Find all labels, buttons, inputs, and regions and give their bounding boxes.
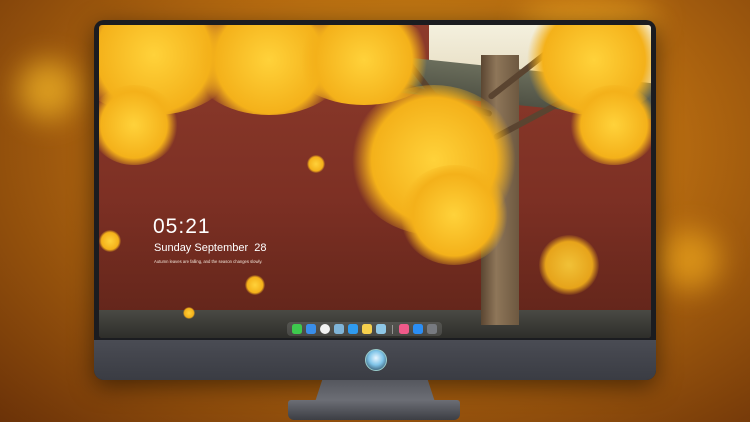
dock <box>287 322 442 336</box>
lockscreen-date: Sunday September 28 <box>154 242 267 254</box>
messages-icon[interactable] <box>292 324 302 334</box>
finder-icon[interactable] <box>306 324 316 334</box>
background-blur-leaf <box>660 230 720 290</box>
falling-leaf <box>307 155 325 173</box>
falling-leaf <box>539 235 599 295</box>
background-blur-leaf <box>18 60 78 120</box>
dock-separator <box>392 324 393 334</box>
video-icon[interactable] <box>348 324 358 334</box>
lock-screen: 05:21 Sunday September 28 Autumn leaves … <box>99 25 651 338</box>
ginkgo-foliage <box>99 85 179 165</box>
falling-leaf <box>99 230 121 252</box>
camera-icon[interactable] <box>427 324 437 334</box>
ginkgo-foliage <box>569 85 651 165</box>
preview-icon[interactable] <box>334 324 344 334</box>
brand-logo-icon <box>365 349 387 371</box>
monitor-stand-neck <box>315 380 435 402</box>
imac-monitor: 05:21 Sunday September 28 Autumn leaves … <box>94 20 656 380</box>
monitor-chin <box>94 340 656 380</box>
music-icon[interactable] <box>399 324 409 334</box>
photos-icon[interactable] <box>376 324 386 334</box>
clock-icon[interactable] <box>320 324 330 334</box>
falling-leaf <box>245 275 265 295</box>
monitor-stand-base <box>288 400 460 420</box>
falling-leaf <box>183 307 195 319</box>
lockscreen-clock: 05:21 <box>153 215 211 238</box>
notes-icon[interactable] <box>362 324 372 334</box>
ginkgo-foliage <box>399 165 509 265</box>
lockscreen-quote: Autumn leaves are falling, and the seaso… <box>154 259 263 264</box>
appstore-icon[interactable] <box>413 324 423 334</box>
